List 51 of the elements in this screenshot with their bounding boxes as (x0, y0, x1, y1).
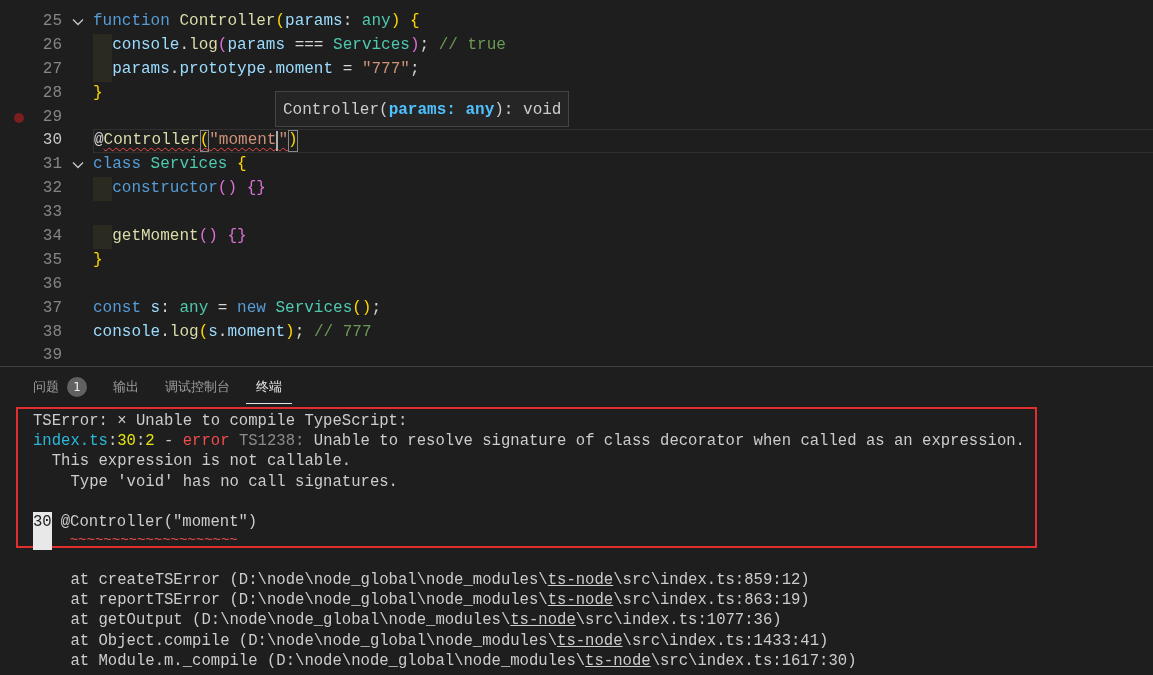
terminal-line: index.ts:30:2 - error TS1238: Unable to resolve signature of class decorator when called as an expression. (33, 431, 1025, 452)
error-marker: ~~~~~~~~~~~~~~~~~~~~ (68, 531, 239, 550)
hover-tooltip: Controller(params: any): void (275, 91, 570, 127)
line-number: 37 (41, 297, 62, 319)
terminal-line: TSError: × Unable to compile TypeScript: (33, 411, 408, 432)
line-number: 33 (41, 202, 62, 224)
line-number: 30 (33, 511, 52, 550)
line-number: 25 (41, 11, 62, 32)
panel-tab[interactable]: 问题 1 (23, 371, 97, 404)
code-line: @Controller("moment") (94, 130, 298, 153)
stack-trace-line: at reportTSError (D:\node\node_global\node_modules\ts-node\src\index.ts:863:19) (69, 590, 810, 611)
terminal-line: @Controller("moment") (60, 511, 258, 533)
line-number: 28 (41, 82, 62, 104)
stack-trace-line: at Module.m._compile (D:\node\node_global\node_modules\ts-node\src\index.ts:1617:30) (69, 650, 857, 671)
line-number: 29 (41, 106, 62, 128)
line-number: 32 (41, 178, 62, 200)
terminal-line: Type 'void' has no call signatures. (69, 471, 398, 492)
code-line: constructor() {} (112, 178, 266, 200)
line-number: 26 (41, 34, 62, 56)
panel-tab[interactable]: 终端 (246, 371, 292, 404)
line-number: 27 (41, 58, 62, 80)
line-number: 30 (41, 130, 62, 152)
code-line: const s: any = new Services(); (93, 297, 382, 319)
panel-tab[interactable]: 调试控制台 (155, 371, 240, 404)
code-line: } (93, 82, 103, 104)
line-number: 38 (41, 321, 62, 343)
line-number: 35 (41, 249, 62, 271)
panel-tab[interactable]: 输出 (103, 371, 149, 404)
file-link[interactable]: ts-node (510, 611, 576, 630)
terminal-line: This expression is not callable. (50, 451, 352, 472)
stack-trace-line: at getOutput (D:\node\node_global\node_modules\ts-node\src\index.ts:1077:36) (69, 610, 782, 631)
line-number: 39 (41, 345, 62, 366)
file-link[interactable]: ts-node (585, 651, 651, 670)
code-line: class Services { (93, 154, 247, 176)
chevron-down-icon[interactable] (71, 17, 84, 26)
chevron-down-icon[interactable] (71, 161, 84, 170)
code-line: } (93, 249, 103, 271)
stack-trace-line: at Object.compile (D:\node\node_global\node_modules\ts-node\src\index.ts:1433:41) (69, 630, 829, 651)
file-link[interactable]: ts-node (557, 631, 623, 650)
stack-trace-line: at createTSError (D:\node\node_global\node_modules\ts-node\src\index.ts:859:12) (69, 570, 810, 591)
code-line: console.log(params === Services); // true (112, 34, 506, 56)
code-line: console.log(s.moment); // 777 (93, 321, 372, 343)
line-number: 34 (41, 226, 62, 247)
code-line: params.prototype.moment = "777"; (112, 58, 420, 80)
file-link[interactable]: ts-node (547, 571, 614, 589)
line-number: 36 (41, 273, 62, 295)
file-link[interactable]: ts-node (547, 591, 614, 610)
line-number: 31 (41, 154, 62, 176)
count-badge: 1 (67, 377, 87, 397)
code-line: getMoment() {} (112, 226, 247, 247)
code-line: function Controller(params: any) { (93, 11, 420, 32)
